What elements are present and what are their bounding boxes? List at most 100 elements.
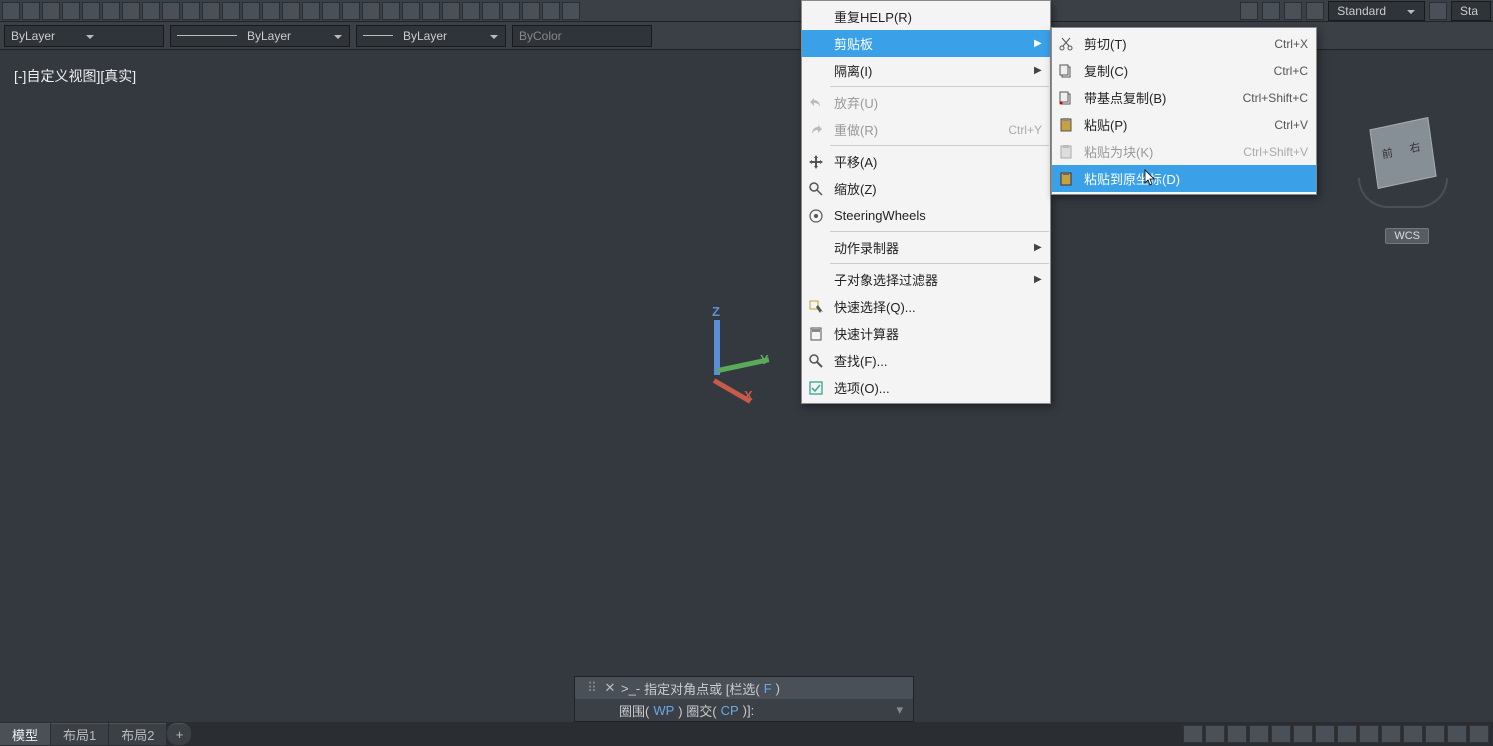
chevron-down-icon[interactable]: ▾ (896, 702, 903, 718)
submenu-item-cut[interactable]: 剪切(T)Ctrl+X (1052, 30, 1316, 57)
menu-item-subobject-filter[interactable]: 子对象选择过滤器▶ (802, 266, 1050, 293)
menu-item-steeringwheels[interactable]: SteeringWheels (802, 202, 1050, 229)
toolbar-button[interactable] (262, 2, 280, 20)
status-button[interactable] (1403, 725, 1423, 743)
toolbar-button[interactable] (102, 2, 120, 20)
toolbar-button[interactable] (442, 2, 460, 20)
status-button[interactable] (1447, 725, 1467, 743)
status-button[interactable] (1359, 725, 1379, 743)
ucs-origin: Z Y X (690, 310, 780, 400)
viewport-label[interactable]: [-]自定义视图][真实] (14, 66, 136, 86)
menu-item-repeat[interactable]: 重复HELP(R) (802, 3, 1050, 30)
status-button[interactable] (1381, 725, 1401, 743)
toolbar-button[interactable] (42, 2, 60, 20)
undo-icon (806, 94, 826, 112)
toolbar-button[interactable] (1306, 2, 1324, 20)
menu-item-zoom[interactable]: 缩放(Z) (802, 175, 1050, 202)
cursor-icon (1144, 169, 1158, 187)
wcs-badge[interactable]: WCS (1385, 228, 1429, 244)
status-button[interactable] (1249, 725, 1269, 743)
toolbar-button[interactable] (342, 2, 360, 20)
toolbar-button[interactable] (1429, 2, 1447, 20)
toolbar-button[interactable] (22, 2, 40, 20)
dim-style-dropdown[interactable]: Sta (1451, 1, 1491, 21)
toolbar-button[interactable] (222, 2, 240, 20)
lineweight-dropdown[interactable]: ByLayer (356, 25, 506, 47)
toolbar-button[interactable] (2, 2, 20, 20)
toolbar-button[interactable] (522, 2, 540, 20)
command-input-line[interactable]: 圈围(WP) 圈交(CP)]: ▾ (575, 699, 913, 721)
toolbar-button[interactable] (1262, 2, 1280, 20)
toolbar-button[interactable] (142, 2, 160, 20)
menu-item-find[interactable]: 查找(F)... (802, 347, 1050, 374)
toolbar-button[interactable] (562, 2, 580, 20)
toolbar-button[interactable] (1284, 2, 1302, 20)
menu-separator (830, 86, 1049, 87)
submenu-item-copy[interactable]: 复制(C)Ctrl+C (1052, 57, 1316, 84)
toolbar-button[interactable] (82, 2, 100, 20)
color-dropdown[interactable]: ByLayer (4, 25, 164, 47)
grip-icon[interactable]: ⠿ (585, 680, 599, 696)
toolbar-button[interactable] (482, 2, 500, 20)
status-button[interactable] (1183, 725, 1203, 743)
find-icon (806, 352, 826, 370)
command-history-line: ⠿ ✕ >_- 指定对角点或 [栏选(F) (575, 677, 913, 699)
menu-separator (830, 231, 1049, 232)
status-button[interactable] (1227, 725, 1247, 743)
toolbar-button[interactable] (462, 2, 480, 20)
tab-layout2[interactable]: 布局2 (109, 723, 166, 745)
toolbar-button[interactable] (122, 2, 140, 20)
text-style-dropdown[interactable]: Standard (1328, 1, 1425, 21)
plotstyle-dropdown[interactable]: ByColor (512, 25, 652, 47)
menu-item-action-recorder[interactable]: 动作录制器▶ (802, 234, 1050, 261)
menu-item-clipboard[interactable]: 剪贴板▶ (802, 30, 1050, 57)
toolbar-button[interactable] (362, 2, 380, 20)
status-button[interactable] (1469, 725, 1489, 743)
toolbar-button[interactable] (62, 2, 80, 20)
menu-item-pan[interactable]: 平移(A) (802, 148, 1050, 175)
status-button[interactable] (1205, 725, 1225, 743)
toolbar-button[interactable] (1240, 2, 1258, 20)
toolbar-button[interactable] (302, 2, 320, 20)
text-style-value: Standard (1337, 4, 1386, 18)
toolbar-button[interactable] (382, 2, 400, 20)
toolbar-button[interactable] (422, 2, 440, 20)
chevron-down-icon (489, 31, 499, 41)
menu-item-redo[interactable]: 重做(R)Ctrl+Y (802, 116, 1050, 143)
tab-add[interactable]: + (167, 723, 191, 745)
view-cube-ring[interactable] (1358, 178, 1448, 208)
tab-layout1[interactable]: 布局1 (51, 723, 108, 745)
toolbar-button[interactable] (202, 2, 220, 20)
submenu-arrow-icon: ▶ (1034, 65, 1042, 76)
copy-base-icon (1056, 89, 1076, 107)
menu-item-isolate[interactable]: 隔离(I)▶ (802, 57, 1050, 84)
status-button[interactable] (1337, 725, 1357, 743)
toolbar-button[interactable] (162, 2, 180, 20)
dim-style-value: Sta (1460, 4, 1478, 18)
menu-item-quick-select[interactable]: 快速选择(Q)... (802, 293, 1050, 320)
menu-item-undo[interactable]: 放弃(U) (802, 89, 1050, 116)
toolbar-button[interactable] (502, 2, 520, 20)
submenu-item-copy-base[interactable]: 带基点复制(B)Ctrl+Shift+C (1052, 84, 1316, 111)
submenu-item-paste-orig[interactable]: 粘贴到原坐标(D) (1052, 165, 1316, 192)
submenu-arrow-icon: ▶ (1034, 242, 1042, 253)
submenu-item-paste-block[interactable]: 粘贴为块(K)Ctrl+Shift+V (1052, 138, 1316, 165)
menu-item-quickcalc[interactable]: 快速计算器 (802, 320, 1050, 347)
submenu-item-paste[interactable]: 粘贴(P)Ctrl+V (1052, 111, 1316, 138)
status-button[interactable] (1293, 725, 1313, 743)
command-line[interactable]: ⠿ ✕ >_- 指定对角点或 [栏选(F) 圈围(WP) 圈交(CP)]: ▾ (574, 676, 914, 722)
menu-item-options[interactable]: 选项(O)... (802, 374, 1050, 401)
status-button[interactable] (1315, 725, 1335, 743)
toolbar-button[interactable] (322, 2, 340, 20)
tab-model[interactable]: 模型 (0, 723, 50, 745)
close-icon[interactable]: ✕ (603, 680, 617, 696)
status-button[interactable] (1271, 725, 1291, 743)
toolbar-button[interactable] (402, 2, 420, 20)
toolbar-button[interactable] (242, 2, 260, 20)
toolbar-button[interactable] (182, 2, 200, 20)
toolbar-button[interactable] (542, 2, 560, 20)
view-cube[interactable]: 前 右 (1353, 108, 1453, 208)
linetype-dropdown[interactable]: ByLayer (170, 25, 350, 47)
status-button[interactable] (1425, 725, 1445, 743)
toolbar-button[interactable] (282, 2, 300, 20)
